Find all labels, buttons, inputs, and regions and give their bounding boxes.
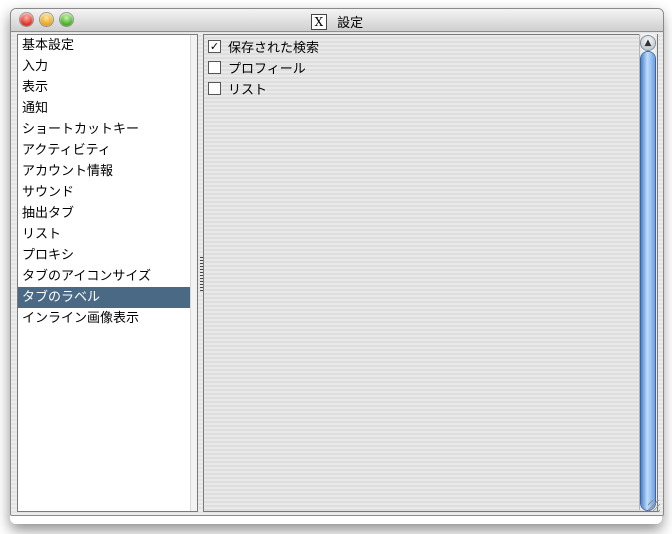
settings-category-list[interactable]: 基本設定 入力 表示 通知 ショートカットキー アクティビティ アカウント情報 … — [17, 34, 198, 512]
tab-label-settings-pane: ✓ 保存された検索 プロフィール リスト — [203, 34, 658, 512]
checkbox-label: プロフィール — [228, 61, 306, 77]
checkbox-label: 保存された検索 — [228, 40, 320, 56]
checkbox-label: リスト — [228, 82, 268, 98]
sidebar-item-proxy[interactable]: プロキシ — [18, 245, 197, 266]
checkbox-lists[interactable]: リスト — [208, 78, 267, 98]
sidebar-scrollbar[interactable] — [190, 35, 197, 511]
settings-window: X 設定 基本設定 入力 表示 通知 ショートカットキー アクティビティ アカウ… — [10, 8, 664, 516]
sidebar-item-display[interactable]: 表示 — [18, 77, 197, 98]
checkbox-box[interactable] — [208, 81, 221, 95]
sidebar-item-basic-settings[interactable]: 基本設定 — [18, 35, 197, 56]
sidebar-item-input[interactable]: 入力 — [18, 56, 197, 77]
scrollbar-thumb[interactable] — [641, 52, 655, 510]
sidebar-item-filter-tabs[interactable]: 抽出タブ — [18, 203, 197, 224]
sidebar-item-sound[interactable]: サウンド — [18, 182, 197, 203]
sidebar-item-tab-icon-size[interactable]: タブのアイコンサイズ — [18, 266, 197, 287]
sidebar-item-activity[interactable]: アクティビティ — [18, 140, 197, 161]
window-title: X 設定 — [11, 12, 663, 31]
resize-grip-icon[interactable] — [648, 500, 660, 512]
sidebar-item-account-info[interactable]: アカウント情報 — [18, 161, 197, 182]
sidebar-item-lists[interactable]: リスト — [18, 224, 197, 245]
content-vertical-scrollbar[interactable]: ▲ — [639, 34, 657, 510]
scroll-up-arrow-icon[interactable]: ▲ — [641, 36, 655, 50]
title-bar[interactable]: X 設定 — [11, 9, 663, 32]
x11-app-icon: X — [310, 13, 327, 30]
sidebar-item-inline-images[interactable]: インライン画像表示 — [18, 308, 197, 329]
checkbox-saved-searches[interactable]: ✓ 保存された検索 — [208, 36, 319, 56]
checkbox-box[interactable] — [208, 60, 221, 74]
sidebar-item-notifications[interactable]: 通知 — [18, 98, 197, 119]
sidebar-item-shortcut-keys[interactable]: ショートカットキー — [18, 119, 197, 140]
sidebar-item-tab-labels[interactable]: タブのラベル — [18, 287, 197, 308]
checkbox-profile[interactable]: プロフィール — [208, 57, 306, 77]
checkbox-box[interactable]: ✓ — [208, 39, 221, 53]
window-title-text: 設定 — [337, 16, 364, 31]
